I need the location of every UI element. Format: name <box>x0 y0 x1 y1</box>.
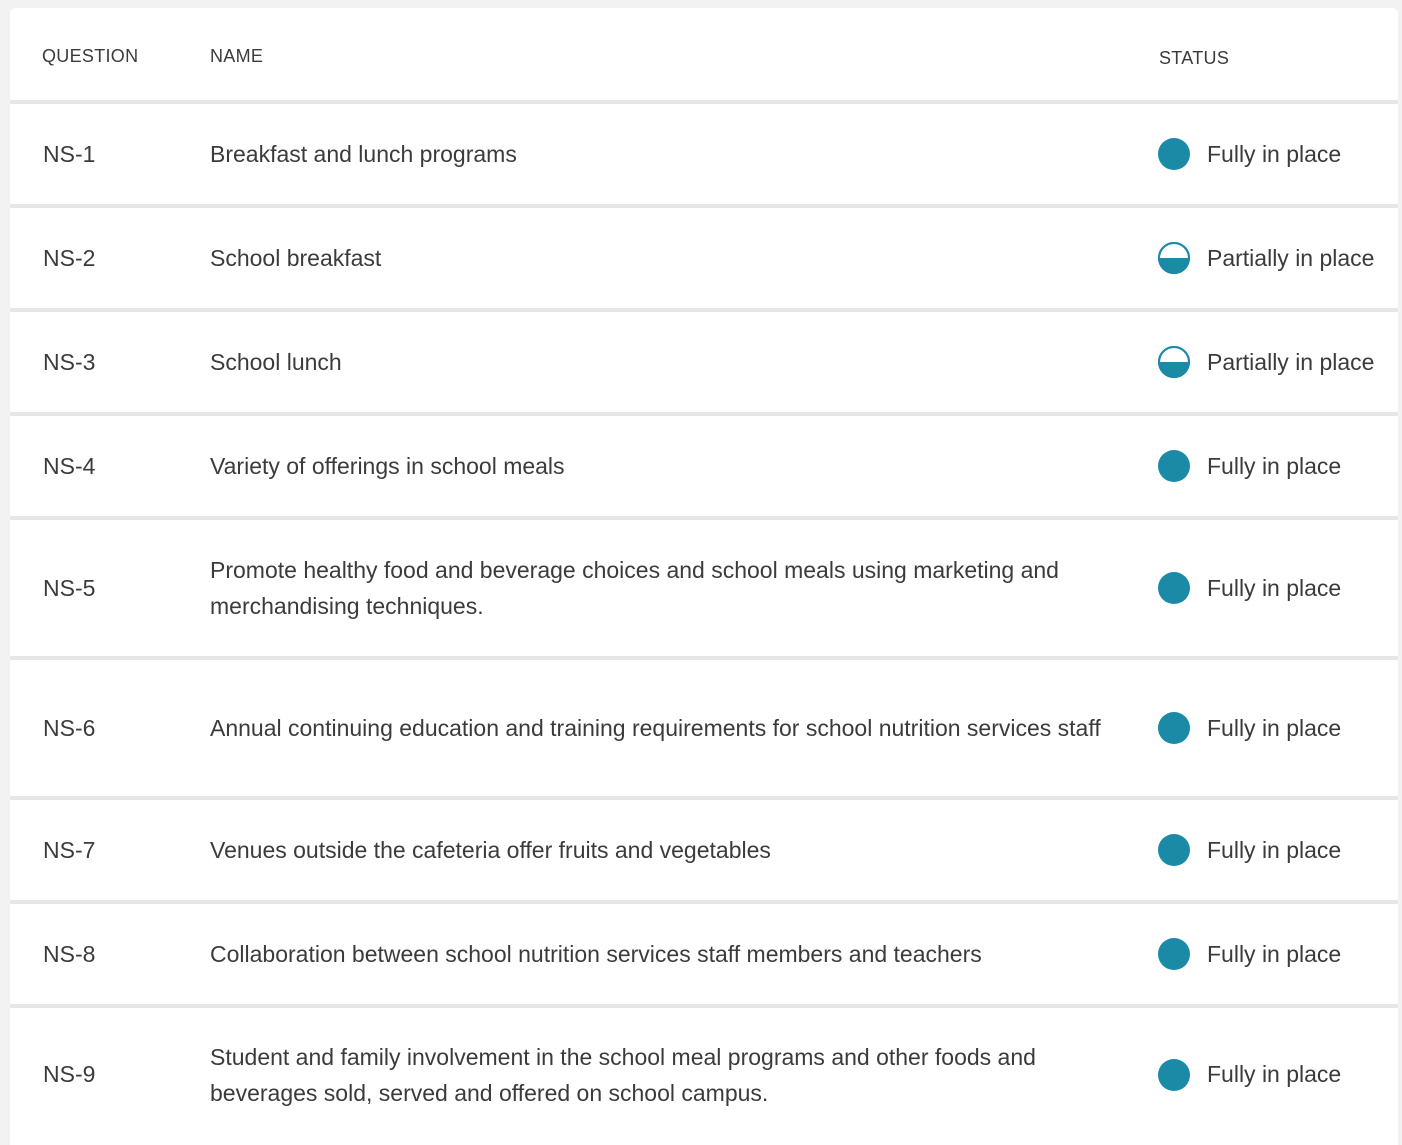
question-id: NS-5 <box>43 574 96 601</box>
status-label: Fully in place <box>1207 714 1342 741</box>
question-id: NS-7 <box>43 836 96 863</box>
table-row[interactable]: NS-5 Promote healthy food and beverage c… <box>10 520 1398 660</box>
status-label: Fully in place <box>1207 1061 1342 1087</box>
status-label: Fully in place <box>1207 940 1342 967</box>
full-circle-icon <box>1158 938 1190 970</box>
assessment-table: QUESTION NAME STATUS NS-1 Breakfast and … <box>10 8 1398 1145</box>
table-row[interactable]: NS-9 Student and family involvement in t… <box>10 1008 1398 1141</box>
status-cell: Fully in place <box>1158 938 1341 970</box>
status-label: Fully in place <box>1207 452 1342 479</box>
question-name: Promote healthy food and beverage choice… <box>210 557 1059 619</box>
question-id: NS-3 <box>43 348 96 375</box>
status-cell: Fully in place <box>1158 138 1341 170</box>
question-name: School breakfast <box>210 245 382 271</box>
question-name: Breakfast and lunch programs <box>210 141 517 167</box>
full-circle-icon <box>1158 138 1190 170</box>
question-name: Variety of offerings in school meals <box>210 453 565 479</box>
status-cell: Partially in place <box>1158 242 1374 274</box>
column-header-question[interactable]: QUESTION <box>42 46 138 67</box>
table-row[interactable]: NS-8 Collaboration between school nutrit… <box>10 904 1398 1008</box>
table-row[interactable]: NS-7 Venues outside the cafeteria offer … <box>10 800 1398 904</box>
table-row[interactable]: NS-2 School breakfast Partially in place <box>10 208 1398 312</box>
half-circle-icon <box>1158 242 1190 274</box>
status-cell: Fully in place <box>1158 834 1341 866</box>
column-header-name[interactable]: NAME <box>210 46 263 67</box>
question-id: NS-9 <box>43 1061 96 1087</box>
full-circle-icon <box>1158 1058 1190 1091</box>
table-row[interactable]: NS-3 School lunch Partially in place <box>10 312 1398 416</box>
status-cell: Fully in place <box>1158 712 1341 744</box>
status-cell: Fully in place <box>1158 572 1341 604</box>
table-row[interactable]: NS-6 Annual continuing education and tra… <box>10 660 1398 800</box>
status-cell: Partially in place <box>1158 346 1374 378</box>
status-cell: Fully in place <box>1158 450 1341 482</box>
status-label: Fully in place <box>1207 140 1342 167</box>
status-label: Fully in place <box>1207 574 1342 601</box>
status-label: Partially in place <box>1207 348 1375 375</box>
question-id: NS-2 <box>43 244 96 271</box>
table-row[interactable]: NS-4 Variety of offerings in school meal… <box>10 416 1398 520</box>
status-label: Partially in place <box>1207 244 1375 271</box>
status-cell: Fully in place <box>1158 1058 1342 1091</box>
question-name: Venues outside the cafeteria offer fruit… <box>210 837 771 863</box>
half-circle-icon <box>1158 346 1190 378</box>
table-header: QUESTION NAME STATUS <box>10 8 1398 104</box>
question-name: Student and family involvement in the sc… <box>210 1043 1036 1106</box>
question-name: School lunch <box>210 349 342 375</box>
status-label: Fully in place <box>1207 836 1342 863</box>
question-id: NS-1 <box>43 140 96 167</box>
question-id: NS-8 <box>43 940 96 967</box>
table-row[interactable]: NS-1 Breakfast and lunch programs Fully … <box>10 104 1398 208</box>
full-circle-icon <box>1158 450 1190 482</box>
question-name: Collaboration between school nutrition s… <box>210 941 982 967</box>
column-header-status[interactable]: STATUS <box>1159 48 1229 69</box>
question-id: NS-4 <box>43 452 96 479</box>
full-circle-icon <box>1158 712 1190 744</box>
full-circle-icon <box>1158 572 1190 604</box>
full-circle-icon <box>1158 834 1190 866</box>
question-id: NS-6 <box>43 714 96 741</box>
question-name: Annual continuing education and training… <box>210 715 1101 741</box>
